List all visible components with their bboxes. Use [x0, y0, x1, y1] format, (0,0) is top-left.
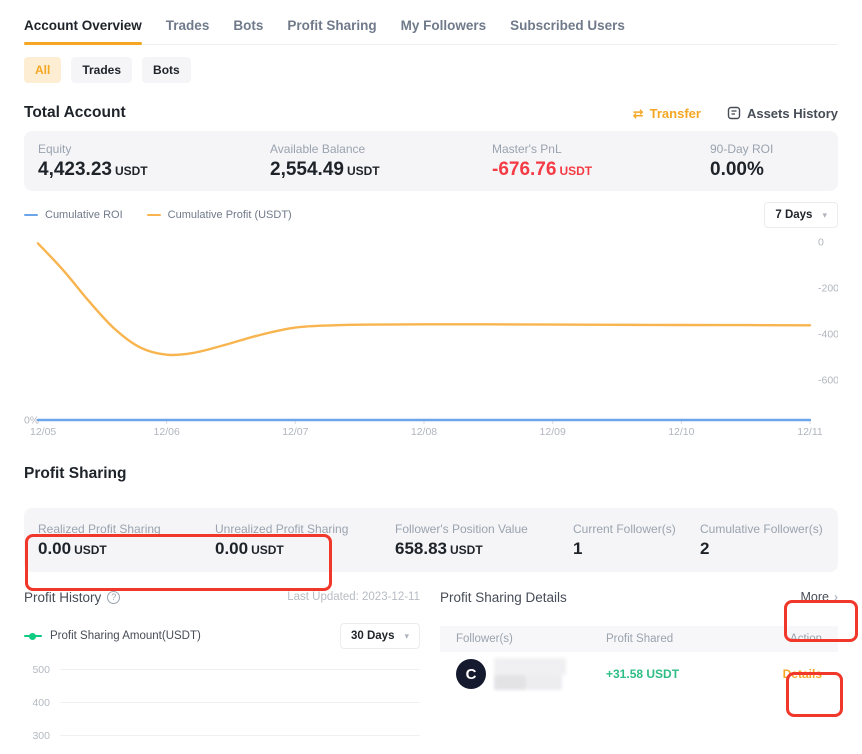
stat-current-followers: Current Follower(s) 1 [573, 522, 700, 558]
follower-name-redacted [494, 657, 572, 691]
stat-equity: Equity 4,423.23USDT [38, 142, 270, 180]
transfer-icon: ⇄ [633, 107, 644, 120]
profit-sharing-stats-panel: Realized Profit Sharing 0.00USDT Unreali… [24, 508, 838, 572]
current-followers-value: 1 [573, 539, 582, 558]
available-balance-value: 2,554.49 [270, 159, 344, 180]
svg-text:-6000: -6000 [818, 375, 838, 387]
filter-chip-trades[interactable]: Trades [71, 57, 132, 83]
profit-line-swatch [147, 214, 161, 217]
stat-follower-position-value: Follower's Position Value 658.83USDT [395, 522, 573, 558]
stat-90-day-roi: 90-Day ROI 0.00% [710, 142, 838, 180]
account-overview-page: Account Overview Trades Bots Profit Shar… [0, 18, 862, 752]
profit-amount-line-swatch [24, 635, 42, 637]
cumulative-followers-value: 2 [700, 539, 709, 558]
transfer-label: Transfer [650, 106, 701, 121]
profit-history-legend-row: Profit Sharing Amount(USDT) 30 Days ▾ [24, 622, 420, 650]
svg-text:12/08: 12/08 [411, 426, 437, 438]
last-updated-label: Last Updated: 2023-12-11 [287, 591, 420, 603]
total-account-header: Total Account ⇄ Transfer Assets History [24, 103, 838, 123]
table-row[interactable]: C +31.58 USDT Details [440, 652, 838, 696]
stat-cumulative-followers: Cumulative Follower(s) 2 [700, 522, 838, 558]
stat-available-balance: Available Balance 2,554.49USDT [270, 142, 492, 180]
caret-down-icon: ▾ [404, 631, 409, 642]
equity-unit: USDT [115, 164, 148, 178]
unrealized-value: 0.00 [215, 539, 248, 558]
total-account-title: Total Account [24, 104, 126, 122]
filter-chip-bots[interactable]: Bots [142, 57, 191, 83]
profit-sharing-details-header: Profit Sharing Details More › [440, 588, 838, 606]
transfer-button[interactable]: ⇄ Transfer [633, 106, 701, 121]
profit-sharing-header: Profit Sharing [24, 464, 838, 484]
tab-account-overview[interactable]: Account Overview [24, 18, 142, 33]
help-question-icon[interactable]: ? [107, 591, 120, 604]
realized-value: 0.00 [38, 539, 71, 558]
tab-bots[interactable]: Bots [233, 18, 263, 33]
svg-text:12/10: 12/10 [668, 426, 694, 438]
total-account-stats-panel: Equity 4,423.23USDT Available Balance 2,… [24, 131, 838, 191]
profit-history-range-selector[interactable]: 30 Days ▾ [340, 623, 420, 649]
follower-avatar: C [456, 659, 486, 689]
svg-text:-2000: -2000 [818, 283, 838, 295]
details-table-header: Follower(s) Profit Shared Action [440, 626, 838, 652]
filter-chip-group: All Trades Bots [24, 57, 838, 83]
tab-trades[interactable]: Trades [166, 18, 210, 33]
profit-history-section: Profit History ? Last Updated: 2023-12-1… [24, 588, 420, 752]
svg-text:0: 0 [818, 237, 824, 249]
roi-value: 0.00% [710, 159, 764, 180]
follower-cell: C [456, 657, 606, 691]
profit-shared-value: +31.58 USDT [606, 667, 762, 681]
caret-down-icon: ▾ [822, 210, 827, 221]
legend-cumulative-roi: Cumulative ROI [24, 209, 123, 221]
more-button[interactable]: More › [801, 590, 838, 604]
profit-sharing-details-section: Profit Sharing Details More › Follower(s… [440, 588, 838, 752]
chart-range-selector[interactable]: 7 Days ▾ [764, 202, 838, 228]
legend-cumulative-profit: Cumulative Profit (USDT) [147, 209, 292, 221]
profit-history-legend: Profit Sharing Amount(USDT) [24, 630, 201, 642]
account-chart-legend-row: Cumulative ROI Cumulative Profit (USDT) … [24, 204, 838, 226]
filter-chip-all[interactable]: All [24, 57, 61, 83]
account-chart-legend: Cumulative ROI Cumulative Profit (USDT) [24, 209, 292, 221]
account-performance-chart: 0-2000-4000-60000%12/0512/0612/0712/0812… [24, 226, 838, 440]
gridline-row: 500 [24, 653, 420, 686]
masters-pnl-unit: USDT [559, 164, 592, 178]
assets-history-label: Assets History [747, 106, 838, 121]
profit-history-header: Profit History ? Last Updated: 2023-12-1… [24, 588, 420, 606]
chevron-right-icon: › [834, 590, 838, 604]
available-balance-unit: USDT [347, 164, 380, 178]
svg-text:12/11: 12/11 [797, 426, 823, 438]
assets-history-button[interactable]: Assets History [727, 106, 838, 121]
tab-my-followers[interactable]: My Followers [401, 18, 487, 33]
gridline-row: 400 [24, 686, 420, 719]
top-tab-bar: Account Overview Trades Bots Profit Shar… [24, 18, 838, 45]
profit-sharing-details-title: Profit Sharing Details [440, 590, 567, 605]
roi-line-swatch [24, 214, 38, 217]
svg-text:12/07: 12/07 [282, 426, 308, 438]
profit-history-title: Profit History [24, 590, 101, 605]
svg-text:12/05: 12/05 [30, 426, 56, 438]
tab-subscribed-users[interactable]: Subscribed Users [510, 18, 625, 33]
stat-masters-pnl: Master's PnL -676.76USDT [492, 142, 710, 180]
assets-history-icon [727, 106, 741, 120]
details-button[interactable]: Details [762, 667, 822, 681]
total-account-actions: ⇄ Transfer Assets History [633, 106, 838, 121]
stat-realized-profit-sharing: Realized Profit Sharing 0.00USDT [38, 522, 215, 558]
equity-value: 4,423.23 [38, 159, 112, 180]
profit-sharing-title: Profit Sharing [24, 465, 126, 483]
svg-text:12/09: 12/09 [540, 426, 566, 438]
stat-unrealized-profit-sharing: Unrealized Profit Sharing 0.00USDT [215, 522, 395, 558]
svg-text:-4000: -4000 [818, 329, 838, 341]
tab-profit-sharing[interactable]: Profit Sharing [287, 18, 376, 33]
profit-history-chart: 500 400 300 [24, 653, 420, 752]
bottom-grid: Profit History ? Last Updated: 2023-12-1… [24, 588, 838, 752]
position-value: 658.83 [395, 539, 447, 558]
svg-text:12/06: 12/06 [154, 426, 180, 438]
masters-pnl-value: -676.76 [492, 159, 556, 180]
